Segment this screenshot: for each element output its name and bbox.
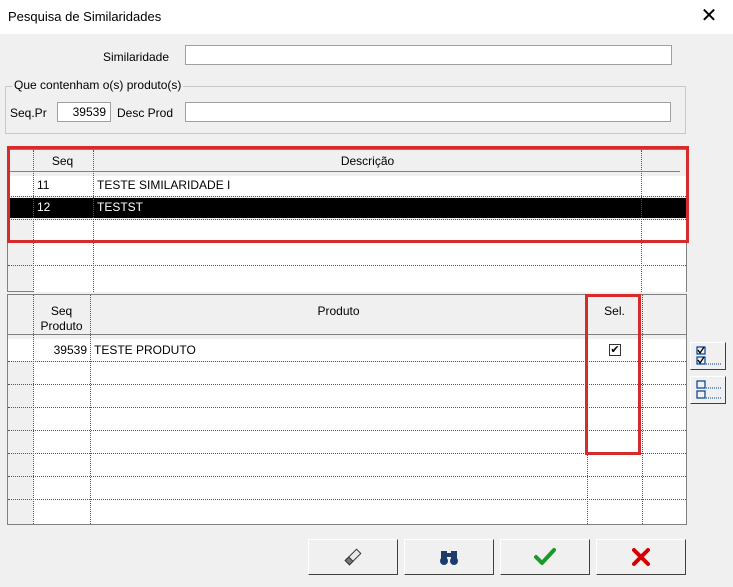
similarity-grid-empty-area [33, 220, 686, 292]
select-all-button[interactable] [690, 342, 726, 370]
deselect-all-button[interactable] [690, 376, 726, 404]
header-sel[interactable]: Sel. [587, 304, 642, 318]
product-filter-group-title: Que contenham o(s) produto(s) [12, 78, 184, 92]
similaridade-label: Similaridade [103, 50, 170, 64]
similarity-row-descricao: TESTE SIMILARIDADE I [97, 178, 231, 192]
similarity-row-selected[interactable]: 12 TESTST [8, 198, 686, 218]
desc-prod-input[interactable] [185, 102, 671, 122]
ok-button[interactable] [500, 539, 590, 575]
product-grid: Seq Produto Produto Sel. 39539 TESTE PRO… [7, 294, 687, 525]
similarity-row-seq: 11 [37, 178, 50, 192]
header-seq[interactable]: Seq [33, 154, 92, 168]
product-row-produto: TESTE PRODUTO [94, 343, 196, 357]
desc-prod-label: Desc Prod [117, 106, 174, 120]
similarity-row-seq: 12 [37, 200, 51, 214]
product-row[interactable]: 39539 TESTE PRODUTO [8, 339, 686, 361]
cancel-button[interactable] [596, 539, 686, 575]
x-icon [632, 548, 650, 566]
seq-prod-label: Seq.Pr [10, 106, 47, 120]
product-row-seq: 39539 [53, 343, 87, 357]
similarity-row-descricao: TESTST [97, 200, 144, 214]
clear-button[interactable] [308, 539, 398, 575]
product-row-sel-checkbox[interactable]: ✔ [609, 344, 621, 356]
similaridade-input[interactable] [185, 45, 672, 65]
header-seq-produto-line2[interactable]: Produto [33, 319, 90, 333]
uncheck-all-icon [696, 380, 721, 399]
binoculars-icon [440, 551, 458, 565]
similarity-row[interactable]: 11 TESTE SIMILARIDADE I [8, 176, 686, 196]
search-button[interactable] [404, 539, 494, 575]
eraser-icon [344, 548, 362, 566]
header-descricao[interactable]: Descrição [94, 154, 641, 168]
title-bar: Pesquisa de Similaridades ✕ [0, 0, 733, 34]
checkmark-icon [534, 548, 556, 565]
check-all-icon [696, 346, 721, 365]
close-button[interactable]: ✕ [695, 4, 723, 30]
window-title: Pesquisa de Similaridades [8, 9, 162, 24]
seq-prod-input[interactable]: 39539 [57, 102, 111, 122]
header-produto[interactable]: Produto [90, 304, 587, 318]
header-seq-produto-line1[interactable]: Seq [33, 304, 90, 318]
similarity-grid: Seq Descrição 11 TESTE SIMILARIDADE I 12… [7, 149, 687, 292]
